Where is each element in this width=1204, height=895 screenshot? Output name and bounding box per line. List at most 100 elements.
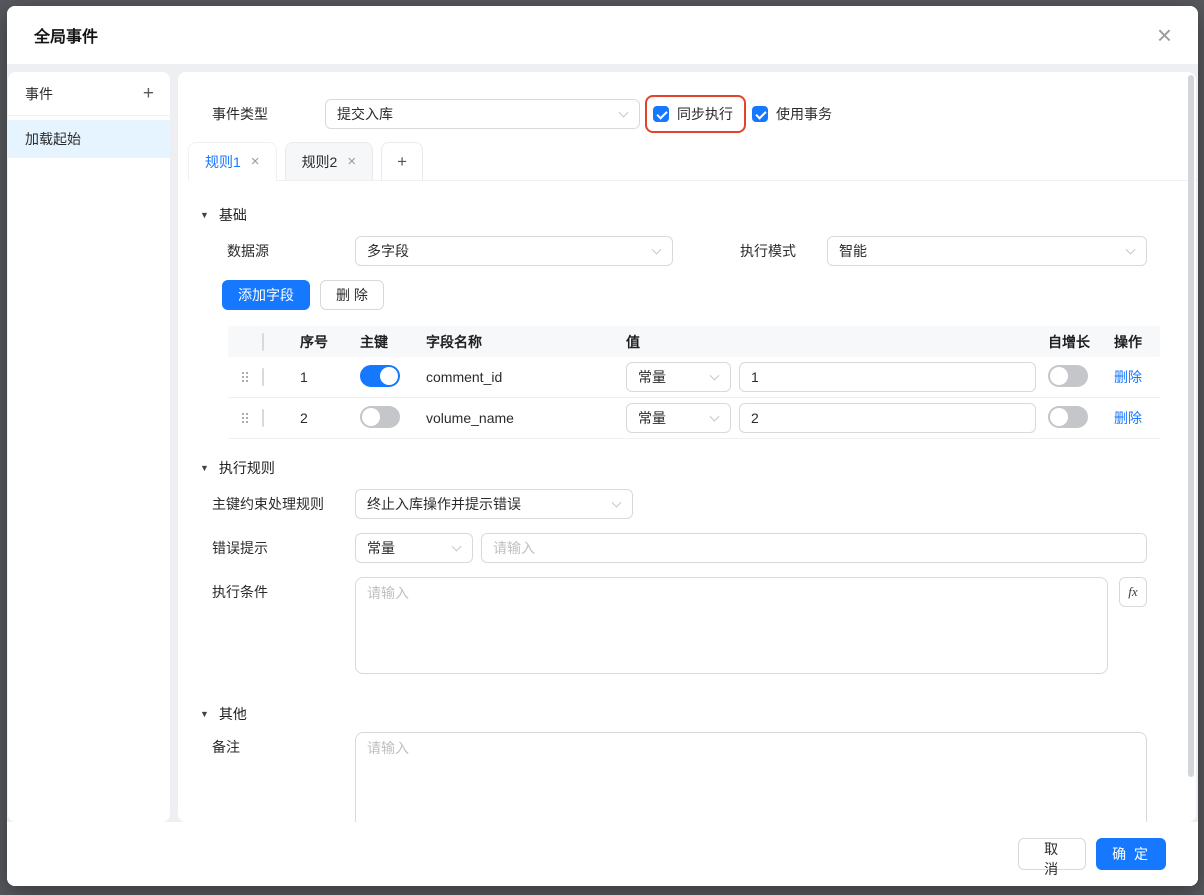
primary-key-toggle[interactable] <box>360 365 400 387</box>
global-event-dialog: 全局事件 × 事件 + 加载起始 事件类型 提交入库 <box>7 6 1198 886</box>
dialog-body: 事件 + 加载起始 事件类型 提交入库 同步执行 <box>7 64 1198 822</box>
value-input[interactable] <box>739 403 1036 433</box>
use-transaction-option: 使用事务 <box>752 104 832 124</box>
datasource-select[interactable]: 多字段 <box>355 236 673 266</box>
value-input[interactable] <box>739 362 1036 392</box>
primary-key-toggle[interactable] <box>360 406 400 428</box>
use-transaction-checkbox[interactable] <box>752 106 768 122</box>
remark-label: 备注 <box>212 732 355 762</box>
section-others-title: 其他 <box>219 704 247 724</box>
section-exec-rules[interactable]: ▼ 执行规则 <box>200 458 1196 478</box>
value-type-select[interactable]: 常量 <box>626 362 731 392</box>
chevron-down-icon <box>1126 245 1136 255</box>
caret-down-icon: ▼ <box>200 709 209 719</box>
dialog-header: 全局事件 × <box>7 6 1198 64</box>
header-field-name: 字段名称 <box>426 332 626 352</box>
condition-textarea[interactable] <box>355 577 1108 674</box>
scrollbar-thumb[interactable] <box>1188 75 1194 777</box>
condition-row: 执行条件 fx <box>212 577 1147 674</box>
pk-rule-row: 主键约束处理规则 终止入库操作并提示错误 <box>212 489 1147 519</box>
exec-mode-select[interactable]: 智能 <box>827 236 1147 266</box>
row-index: 2 <box>300 410 360 426</box>
delete-row-link[interactable]: 删除 <box>1114 369 1142 385</box>
add-rule-tab[interactable]: + <box>381 142 423 180</box>
dialog-footer: 取 消 确 定 <box>7 822 1198 886</box>
auto-increment-toggle[interactable] <box>1048 365 1088 387</box>
error-tip-label: 错误提示 <box>212 533 355 563</box>
chevron-down-icon <box>710 371 720 381</box>
tab-rule-2[interactable]: 规则2 × <box>285 142 374 180</box>
table-row: 1 comment_id 常量 删除 <box>228 357 1160 398</box>
drag-handle-icon[interactable] <box>242 413 248 423</box>
sidebar-item-label: 加载起始 <box>25 129 81 149</box>
delete-fields-button[interactable]: 删 除 <box>320 280 384 310</box>
header-auto-increment: 自增长 <box>1048 332 1114 352</box>
sidebar-item-load-start[interactable]: 加载起始 <box>8 120 170 158</box>
datasource-value: 多字段 <box>367 241 409 261</box>
event-type-value: 提交入库 <box>337 104 393 124</box>
tab-close-icon[interactable]: × <box>347 153 356 170</box>
row-index: 1 <box>300 369 360 385</box>
event-sidebar: 事件 + 加载起始 <box>8 72 170 822</box>
value-type-value: 常量 <box>638 367 666 387</box>
pk-rule-value: 终止入库操作并提示错误 <box>367 494 521 514</box>
section-basic-title: 基础 <box>219 205 247 225</box>
header-index: 序号 <box>300 332 360 352</box>
error-tip-input[interactable] <box>481 533 1147 563</box>
value-type-value: 常量 <box>638 408 666 428</box>
datasource-label: 数据源 <box>227 236 355 266</box>
sync-exec-checkbox[interactable] <box>653 106 669 122</box>
chevron-down-icon <box>710 412 720 422</box>
event-type-row: 事件类型 提交入库 同步执行 使用事务 <box>212 99 1147 129</box>
add-event-icon[interactable]: + <box>143 83 154 105</box>
caret-down-icon: ▼ <box>200 210 209 220</box>
table-header-row: 序号 主键 字段名称 值 自增长 操作 <box>228 326 1160 357</box>
event-config-panel: 事件类型 提交入库 同步执行 使用事务 规则1 <box>178 72 1196 822</box>
pk-rule-select[interactable]: 终止入库操作并提示错误 <box>355 489 633 519</box>
close-icon[interactable]: × <box>1157 25 1172 45</box>
section-basic[interactable]: ▼ 基础 <box>200 205 1196 225</box>
cancel-button[interactable]: 取 消 <box>1018 838 1086 870</box>
drag-handle-icon[interactable] <box>242 372 248 382</box>
sync-exec-label: 同步执行 <box>677 104 733 124</box>
sync-exec-option: 同步执行 <box>653 104 733 124</box>
pk-rule-label: 主键约束处理规则 <box>212 489 355 519</box>
fx-formula-button[interactable]: fx <box>1119 577 1147 607</box>
row-checkbox[interactable] <box>262 368 264 386</box>
use-transaction-label: 使用事务 <box>776 104 832 124</box>
table-row: 2 volume_name 常量 删除 <box>228 398 1160 439</box>
delete-row-link[interactable]: 删除 <box>1114 410 1142 426</box>
exec-mode-label: 执行模式 <box>740 236 827 266</box>
field-name-cell: comment_id <box>426 369 626 385</box>
section-others[interactable]: ▼ 其他 <box>200 704 1196 724</box>
tab-rule-2-label: 规则2 <box>302 152 338 172</box>
remark-textarea[interactable] <box>355 732 1147 822</box>
section-exec-rules-title: 执行规则 <box>219 458 275 478</box>
add-field-button[interactable]: 添加字段 <box>222 280 310 310</box>
tab-rule-1[interactable]: 规则1 × <box>188 142 277 180</box>
chevron-down-icon <box>452 542 462 552</box>
select-all-checkbox[interactable] <box>262 333 264 351</box>
dialog-title: 全局事件 <box>34 23 98 47</box>
add-tab-icon: + <box>397 152 407 172</box>
auto-increment-toggle[interactable] <box>1048 406 1088 428</box>
chevron-down-icon <box>619 108 629 118</box>
tab-close-icon[interactable]: × <box>251 153 260 170</box>
confirm-button[interactable]: 确 定 <box>1096 838 1166 870</box>
header-action: 操作 <box>1114 332 1160 352</box>
error-tip-type-value: 常量 <box>367 538 395 558</box>
field-name-cell: volume_name <box>426 410 626 426</box>
exec-mode-value: 智能 <box>839 241 867 261</box>
row-checkbox[interactable] <box>262 409 264 427</box>
error-tip-type-select[interactable]: 常量 <box>355 533 473 563</box>
chevron-down-icon <box>652 245 662 255</box>
datasource-row: 数据源 多字段 执行模式 智能 <box>227 236 1147 266</box>
rule-tabs: 规则1 × 规则2 × + <box>188 142 1196 181</box>
chevron-down-icon <box>612 498 622 508</box>
header-primary-key: 主键 <box>360 332 426 352</box>
event-type-select[interactable]: 提交入库 <box>325 99 640 129</box>
event-type-label: 事件类型 <box>212 104 325 124</box>
header-value: 值 <box>626 332 1048 352</box>
sidebar-header: 事件 + <box>8 72 170 116</box>
value-type-select[interactable]: 常量 <box>626 403 731 433</box>
